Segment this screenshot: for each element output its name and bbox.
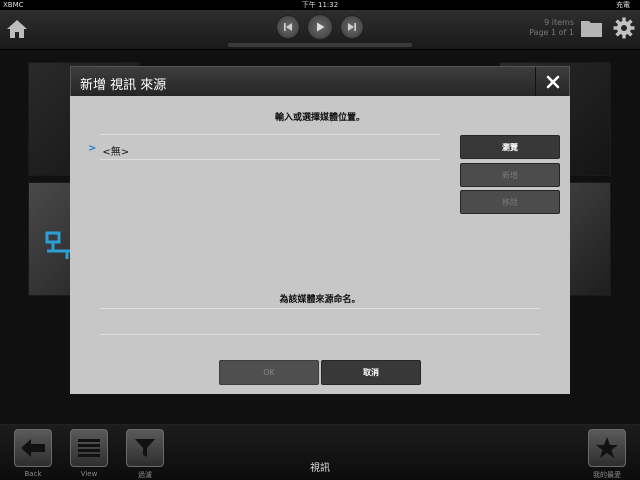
divider xyxy=(100,134,440,135)
battery-status: 充電 xyxy=(616,1,630,9)
home-icon[interactable] xyxy=(5,17,29,41)
path-prompt: 輸入或選擇媒體位置。 xyxy=(274,113,365,123)
list-icon xyxy=(78,439,100,457)
filter-icon xyxy=(135,439,155,457)
source-path-label: <無> xyxy=(102,147,130,158)
cancel-button[interactable]: 取消 xyxy=(321,360,421,385)
items-info: 9 items Page 1 of 1 xyxy=(529,18,574,38)
divider xyxy=(100,334,540,335)
add-path-button[interactable]: 新增 xyxy=(460,163,560,187)
source-path-item[interactable]: > <無> xyxy=(88,143,129,158)
name-prompt: 為該媒體來源命名。 xyxy=(279,295,361,305)
star-icon xyxy=(596,437,618,458)
now-playing-progress xyxy=(228,43,412,47)
dialog-title: 新增 視訊 來源 xyxy=(80,78,167,93)
browse-button[interactable]: 瀏覽 xyxy=(460,135,560,159)
selection-arrow-icon: > xyxy=(88,143,97,154)
folder-icon[interactable] xyxy=(581,19,602,37)
divider xyxy=(100,159,440,160)
divider xyxy=(100,308,540,309)
status-clock: 下午 11:32 xyxy=(301,1,339,9)
ok-button[interactable]: OK xyxy=(219,360,319,385)
bottom-bar: Back View 過濾 視訊 我的最愛 xyxy=(0,424,640,480)
close-icon[interactable] xyxy=(535,67,569,96)
top-bar: 9 items Page 1 of 1 xyxy=(0,10,640,50)
page-info: Page 1 of 1 xyxy=(529,28,574,37)
gear-icon[interactable] xyxy=(612,16,636,40)
status-bar: XBMC 下午 11:32 充電 xyxy=(0,0,640,10)
remove-path-button[interactable]: 移除 xyxy=(460,190,560,214)
skip-previous-icon[interactable] xyxy=(276,15,300,39)
dialog-header: 新增 視訊 來源 xyxy=(70,66,570,96)
bottom-title: 視訊 xyxy=(310,463,330,474)
items-count: 9 items xyxy=(544,18,574,27)
transport-controls xyxy=(276,14,364,40)
favourites-label: 我的最愛 xyxy=(593,471,621,479)
add-source-dialog: 輸入或選擇媒體位置。 > <無> 瀏覽 新增 移除 為該媒體來源命名。 OK 取… xyxy=(70,96,570,394)
arrow-left-icon xyxy=(21,439,45,457)
skip-next-icon[interactable] xyxy=(340,15,364,39)
source-name-field[interactable] xyxy=(100,312,540,332)
favourites-button[interactable] xyxy=(588,429,626,467)
play-icon[interactable] xyxy=(307,14,333,40)
